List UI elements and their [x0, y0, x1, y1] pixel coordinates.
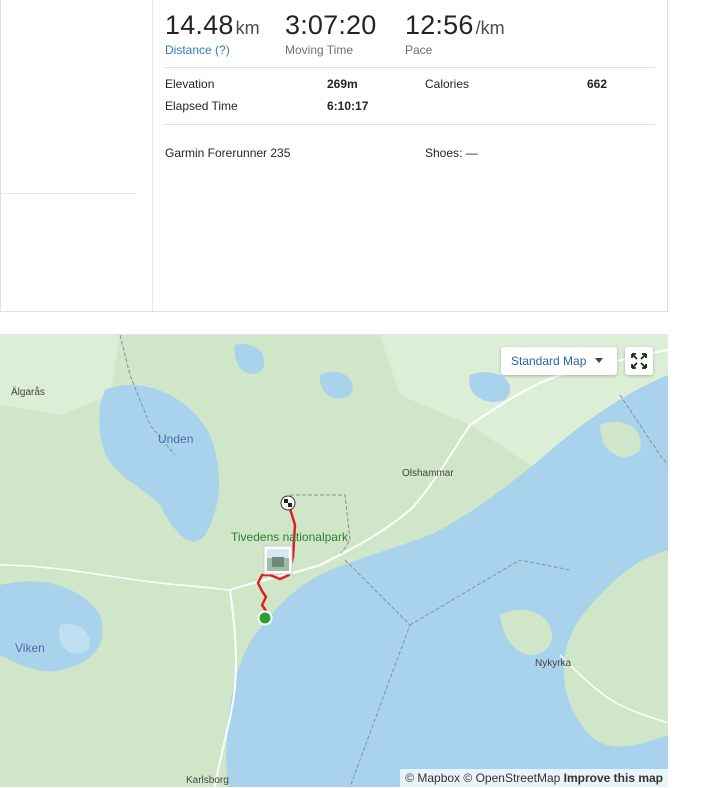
park-label: Tivedens nationalpark: [231, 530, 348, 544]
distance-label-link[interactable]: Distance (?): [165, 43, 260, 57]
fullscreen-button[interactable]: [625, 347, 653, 375]
pace-unit: /km: [475, 18, 505, 38]
elevation-value: 269m: [327, 77, 358, 91]
divider: [165, 124, 655, 125]
shoes-label: Shoes: —: [425, 146, 478, 160]
elevation-label: Elevation: [165, 77, 215, 91]
pace-label: Pace: [405, 43, 433, 57]
moving-time-stat: 3:07:20 Moving Time: [285, 10, 376, 57]
finish-marker: [280, 495, 296, 511]
map-style-label: Standard Map: [511, 354, 587, 368]
place-label-nykyrka: Nykyrka: [535, 658, 572, 669]
photo-thumbnail: [263, 545, 293, 575]
moving-time-label: Moving Time: [285, 43, 354, 57]
map-canvas[interactable]: [0, 335, 668, 787]
elapsed-time-value: 6:10:17: [327, 99, 369, 113]
osm-attribution-link[interactable]: © OpenStreetMap: [463, 771, 560, 785]
lake-label-unden: Unden: [158, 432, 194, 446]
elapsed-time-label: Elapsed Time: [165, 99, 238, 113]
lake-label-viken: Viken: [15, 641, 45, 655]
place-label-algaras: Älgarås: [11, 387, 45, 398]
activity-summary-panel: 14.48 km Distance (?) 3:07:20 Moving Time…: [0, 0, 668, 312]
map-attribution: © Mapbox © OpenStreetMap Improve this ma…: [400, 769, 668, 787]
map-style-dropdown[interactable]: Standard Map: [501, 347, 617, 375]
start-marker: [257, 610, 273, 626]
left-column: [1, 0, 153, 311]
divider: [1, 193, 137, 194]
place-label-karlsborg: Karlsborg: [186, 775, 229, 786]
divider: [165, 67, 655, 68]
calories-label: Calories: [425, 77, 470, 91]
moving-time-value: 3:07:20: [285, 10, 377, 40]
place-label-olshammar: Olshammar: [402, 468, 454, 479]
chevron-down-icon: [595, 358, 603, 363]
pace-value: 12:56: [405, 10, 474, 40]
device-name: Garmin Forerunner 235: [165, 146, 291, 160]
fullscreen-icon: [631, 353, 647, 369]
distance-stat: 14.48 km Distance (?): [165, 10, 260, 57]
calories-value: 662: [587, 77, 608, 91]
route-map[interactable]: Älgarås Unden Olshammar Tivedens nationa…: [0, 334, 668, 787]
pace-stat: 12:56/km Pace: [405, 10, 505, 57]
mapbox-attribution-link[interactable]: © Mapbox: [405, 771, 460, 785]
improve-map-link[interactable]: Improve this map: [564, 771, 663, 785]
distance-unit: km: [235, 18, 260, 38]
distance-value: 14.48: [165, 10, 234, 40]
